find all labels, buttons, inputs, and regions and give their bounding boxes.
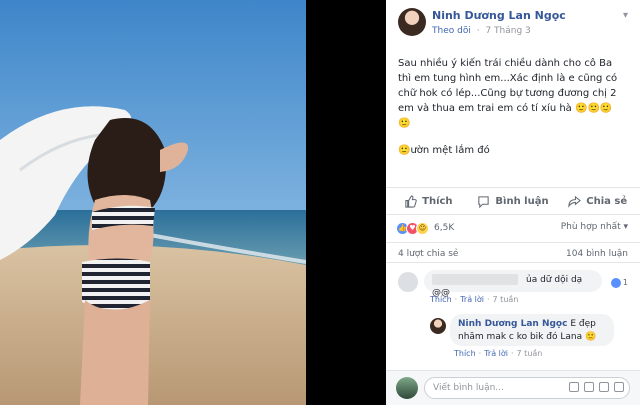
comment-item: ủa dữ dội dạ @@ 1 Thích · Trả lời · 7 tuần xyxy=(386,268,640,308)
speech-bubble-icon xyxy=(478,195,490,208)
post-actions: Thích Bình luận Chia sẻ xyxy=(386,188,640,214)
separator: · xyxy=(478,349,482,358)
author-name[interactable]: Ninh Dương Lan Ngọc xyxy=(432,9,566,22)
share-button[interactable]: Chia sẻ xyxy=(555,188,640,214)
chevron-down-icon[interactable]: ▾ xyxy=(623,10,628,21)
author-avatar[interactable] xyxy=(398,8,426,36)
reply-bubble: Ninh Dương Lan Ngọc E đẹp nhăm mak c ko … xyxy=(450,314,614,346)
divider xyxy=(386,262,640,263)
comment-label: Bình luận xyxy=(495,195,549,207)
share-arrow-icon xyxy=(568,195,582,208)
separator: · xyxy=(511,349,514,358)
comment-reply-link[interactable]: Trả lời xyxy=(460,295,484,304)
post-meta: Theo dõi · 7 Tháng 3 xyxy=(432,26,534,36)
thumbs-up-icon xyxy=(610,277,621,288)
comment-button[interactable]: Bình luận xyxy=(471,188,556,214)
reply-author[interactable]: Ninh Dương Lan Ngọc xyxy=(458,319,567,329)
replier-avatar[interactable] xyxy=(430,318,446,334)
meta-dot: · xyxy=(476,26,480,36)
reply-like-link[interactable]: Thích xyxy=(454,349,476,358)
comment-count[interactable]: 104 bình luận xyxy=(566,249,628,259)
post-sidebar: Ninh Dương Lan Ngọc Theo dõi · 7 Tháng 3… xyxy=(386,0,640,405)
separator: · xyxy=(454,295,458,304)
follow-link[interactable]: Theo dõi xyxy=(432,26,471,36)
separator: · xyxy=(487,295,490,304)
haha-reaction-icon: ☺ xyxy=(416,221,429,235)
reply-actions: Thích · Trả lời · 7 tuần xyxy=(454,349,542,358)
comment-bubble: ủa dữ dội dạ @@ 1 xyxy=(424,270,630,298)
emoji-icon[interactable] xyxy=(569,382,579,392)
comment-actions: Thích · Trả lời · 7 tuần xyxy=(430,295,518,304)
gif-icon[interactable] xyxy=(599,382,609,392)
comment-sort-dropdown[interactable]: Phù hợp nhất ▾ xyxy=(561,222,628,232)
post-photo[interactable] xyxy=(0,0,306,405)
post-date[interactable]: 7 Tháng 3 xyxy=(485,26,530,36)
caption-text-2: 🙂ườn mệt lắm đó xyxy=(398,145,490,156)
camera-icon[interactable] xyxy=(584,382,594,392)
like-button[interactable]: Thích xyxy=(386,188,471,214)
divider xyxy=(386,214,640,215)
post-header: Ninh Dương Lan Ngọc Theo dõi · 7 Tháng 3… xyxy=(386,0,640,40)
like-label: Thích xyxy=(422,195,453,207)
viewer-avatar xyxy=(396,377,418,399)
commenter-avatar[interactable] xyxy=(398,272,418,292)
reaction-summary[interactable]: 👍 ♥ ☺ 6,5K xyxy=(396,220,454,236)
sticker-icon[interactable] xyxy=(614,382,624,392)
redacted-name xyxy=(432,274,518,285)
share-count[interactable]: 4 lượt chia sẻ xyxy=(398,249,458,259)
reaction-count: 6,5K xyxy=(434,223,455,233)
comment-like-link[interactable]: Thích xyxy=(430,295,452,304)
comment-like-count: 1 xyxy=(622,278,628,287)
reply-item: Ninh Dương Lan Ngọc E đẹp nhăm mak c ko … xyxy=(386,312,640,364)
lightbox-backdrop xyxy=(306,0,386,405)
comment-reaction[interactable]: 1 xyxy=(608,276,630,289)
caption-text: Sau nhiều ý kiến trái chiều dành cho cô … xyxy=(398,58,618,129)
reply-reply-link[interactable]: Trả lời xyxy=(484,349,508,358)
comment-time[interactable]: 7 tuần xyxy=(493,295,519,304)
share-label: Chia sẻ xyxy=(586,195,628,207)
reply-time[interactable]: 7 tuần xyxy=(517,349,543,358)
post-caption: Sau nhiều ý kiến trái chiều dành cho cô … xyxy=(398,56,624,158)
divider xyxy=(386,242,640,243)
comment-composer: Viết bình luận... xyxy=(386,370,640,405)
composer-tools xyxy=(569,382,624,392)
thumbs-up-icon xyxy=(405,194,417,208)
